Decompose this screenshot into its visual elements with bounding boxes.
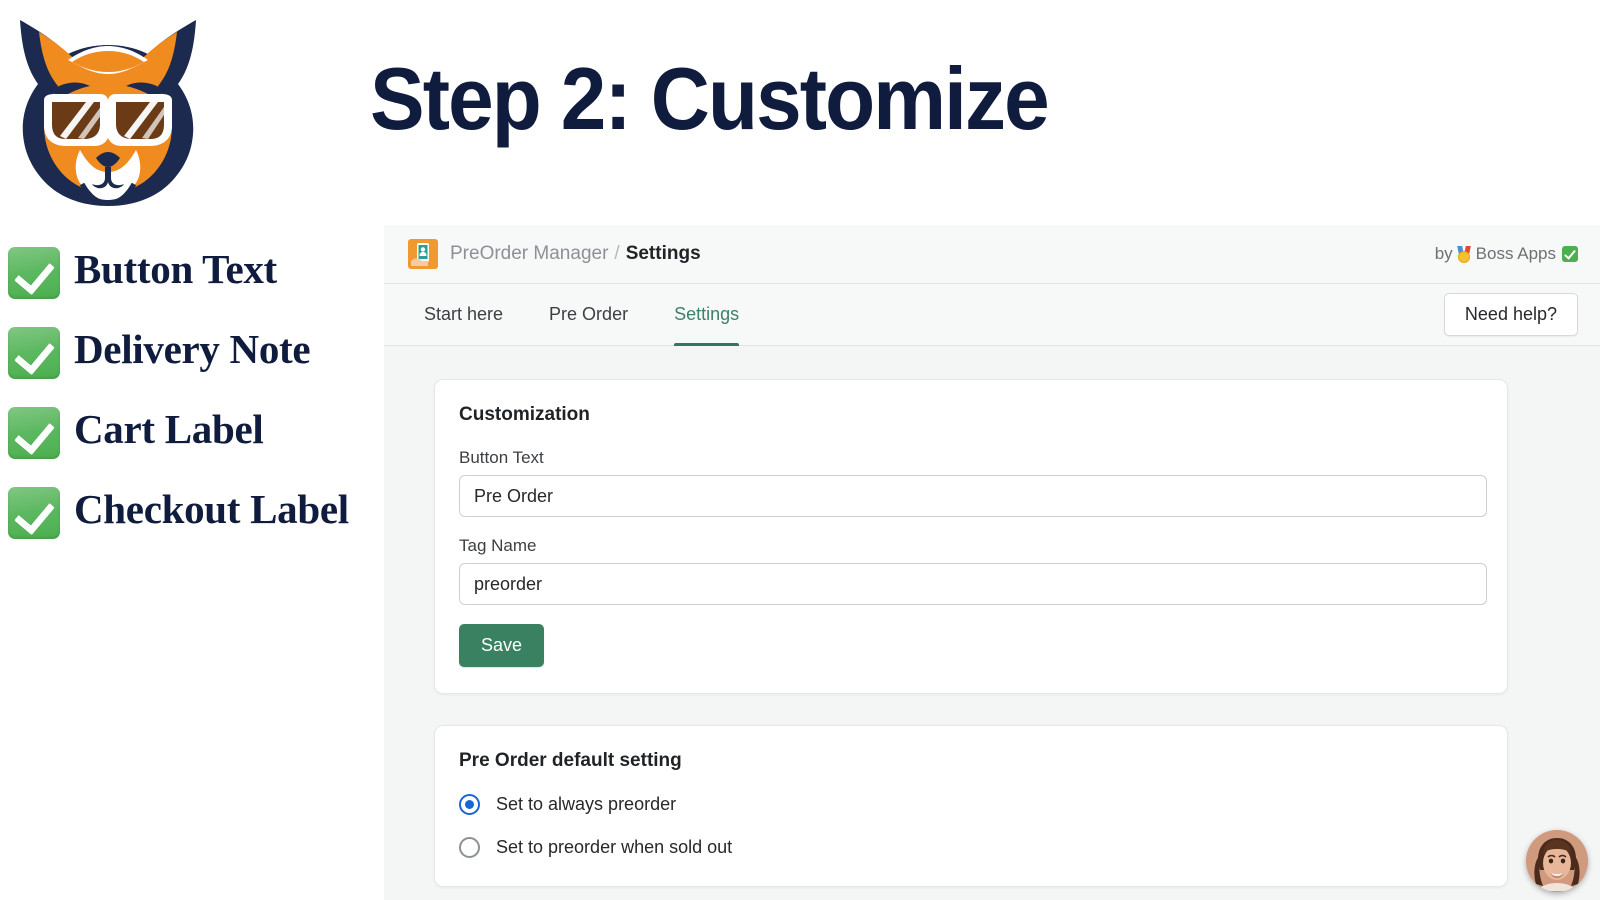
tab-label: Settings	[674, 304, 739, 325]
radio-option-when-sold-out[interactable]: Set to preorder when sold out	[459, 837, 1507, 858]
page-title: Step 2: Customize	[370, 47, 1048, 151]
list-item: Button Text	[0, 243, 384, 299]
app-body: Customization Button Text Tag Name Save …	[384, 346, 1600, 887]
customization-card: Customization Button Text Tag Name Save	[434, 379, 1508, 694]
byline-developer[interactable]: Boss Apps	[1476, 244, 1556, 264]
save-button[interactable]: Save	[459, 624, 544, 667]
breadcrumb-separator: /	[614, 243, 619, 264]
list-item-label: Checkout Label	[74, 483, 349, 535]
breadcrumb: PreOrder Manager / Settings	[450, 243, 701, 265]
button-text-input[interactable]	[459, 475, 1487, 517]
white-check-mark-emoji	[8, 487, 60, 539]
button-text-label: Button Text	[459, 448, 1507, 468]
fox-mascot-logo	[8, 8, 208, 213]
byline-prefix: by	[1435, 244, 1453, 264]
white-check-mark-emoji	[1562, 246, 1578, 262]
list-item-label: Delivery Note	[74, 323, 310, 375]
developer-byline: by Boss Apps	[1435, 244, 1578, 264]
card-title: Pre Order default setting	[459, 750, 1507, 772]
radio-option-always-preorder[interactable]: Set to always preorder	[459, 794, 1507, 815]
preorder-manager-app-icon	[408, 239, 438, 269]
breadcrumb-current: Settings	[626, 243, 701, 264]
tab-label: Start here	[424, 304, 503, 325]
tab-settings[interactable]: Settings	[674, 284, 739, 346]
tag-name-label: Tag Name	[459, 536, 1507, 556]
app-tabbar: Start here Pre Order Settings Need help?	[384, 284, 1600, 346]
white-check-mark-emoji	[8, 327, 60, 379]
radio-button[interactable]	[459, 837, 480, 858]
need-help-button[interactable]: Need help?	[1444, 293, 1578, 336]
list-item: Delivery Note	[0, 323, 384, 379]
card-title: Customization	[459, 404, 1507, 426]
checklist: Button Text Delivery Note Cart Label Che…	[0, 243, 384, 563]
radio-label: Set to preorder when sold out	[496, 837, 732, 858]
list-item-label: Button Text	[74, 243, 277, 295]
list-item: Cart Label	[0, 403, 384, 459]
app-window: PreOrder Manager / Settings by Boss Apps S…	[384, 225, 1600, 900]
app-topbar: PreOrder Manager / Settings by Boss Apps	[384, 225, 1600, 284]
radio-label: Set to always preorder	[496, 794, 676, 815]
radio-button[interactable]	[459, 794, 480, 815]
tag-name-input[interactable]	[459, 563, 1487, 605]
support-agent-avatar[interactable]	[1526, 830, 1588, 892]
breadcrumb-app-name[interactable]: PreOrder Manager	[450, 243, 608, 264]
medal-emoji	[1456, 246, 1472, 263]
list-item: Checkout Label	[0, 483, 384, 539]
white-check-mark-emoji	[8, 407, 60, 459]
promo-column: Button Text Delivery Note Cart Label Che…	[0, 0, 384, 900]
white-check-mark-emoji	[8, 247, 60, 299]
pre-order-default-setting-card: Pre Order default setting Set to always …	[434, 725, 1508, 887]
tab-pre-order[interactable]: Pre Order	[549, 284, 628, 346]
tab-label: Pre Order	[549, 304, 628, 325]
tab-start-here[interactable]: Start here	[424, 284, 503, 346]
list-item-label: Cart Label	[74, 403, 263, 455]
